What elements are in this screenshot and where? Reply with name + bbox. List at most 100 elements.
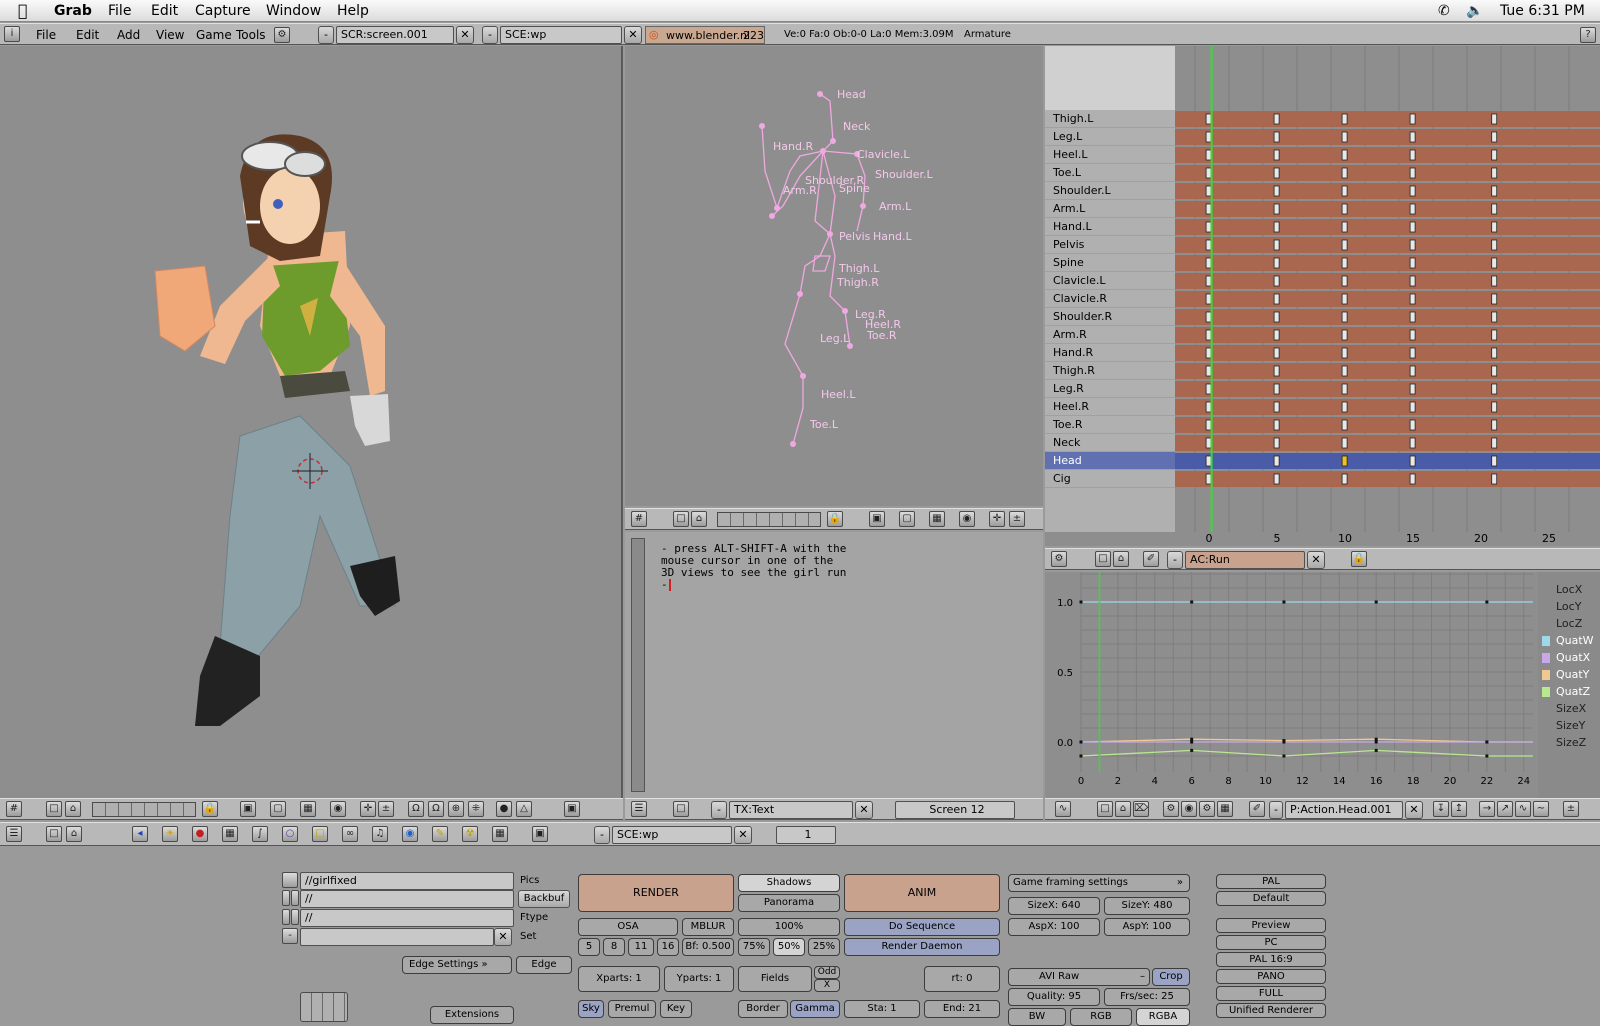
rgba-toggle[interactable]: RGBA	[1136, 1008, 1190, 1026]
keyframe-marker[interactable]	[1491, 401, 1498, 413]
keyframe-marker[interactable]	[1491, 419, 1498, 431]
edge-button[interactable]: Edge	[516, 956, 572, 974]
local-view-icon[interactable]: ▦	[929, 511, 945, 527]
keyframe-marker[interactable]	[1273, 131, 1280, 143]
bw-toggle[interactable]: BW	[1008, 1008, 1066, 1026]
sound-buttons-icon[interactable]: ♫	[372, 826, 388, 842]
full-window-icon[interactable]: □	[46, 801, 62, 817]
yparts-field[interactable]: Yparts: 1	[664, 966, 734, 992]
ipo-channel-quatz[interactable]: QuatZ	[1538, 684, 1600, 700]
pin-icon[interactable]: ✐	[1249, 801, 1265, 817]
ipo-menu-button[interactable]: -	[1269, 801, 1283, 819]
keyframe-marker[interactable]	[1273, 239, 1280, 251]
unified-renderer-toggle[interactable]: Unified Renderer	[1216, 1003, 1326, 1018]
channel-strip[interactable]	[1175, 237, 1600, 253]
channel-strip[interactable]	[1175, 327, 1600, 343]
texture-buttons-icon[interactable]: ▦	[222, 826, 238, 842]
ipo-keyframe-point[interactable]	[1282, 754, 1286, 758]
view-mode-icon[interactable]: ▣	[869, 511, 885, 527]
window-type-icon[interactable]: i	[4, 26, 20, 42]
ipo-keyframe-point[interactable]	[1079, 740, 1083, 744]
keyframe-marker[interactable]	[1409, 419, 1416, 431]
keyframe-marker[interactable]	[1491, 473, 1498, 485]
solid-icon[interactable]: ●	[496, 801, 512, 817]
keyframe-marker[interactable]	[1273, 437, 1280, 449]
volume-icon[interactable]: 🔈	[1466, 3, 1483, 19]
keyframe-marker[interactable]	[1205, 383, 1212, 395]
action-delete-button[interactable]: ✕	[1307, 551, 1325, 569]
gamma-toggle[interactable]: Gamma	[790, 1000, 840, 1018]
anim-button[interactable]: ANIM	[844, 874, 1000, 912]
channel-neck[interactable]: Neck	[1045, 434, 1175, 452]
channel-strip[interactable]	[1175, 183, 1600, 199]
ipo-keyframe-point[interactable]	[1485, 754, 1489, 758]
keyframe-marker[interactable]	[1491, 347, 1498, 359]
keyframe-marker[interactable]	[1205, 329, 1212, 341]
keyframe-marker[interactable]	[1205, 347, 1212, 359]
script-buttons-icon[interactable]: ✎	[432, 826, 448, 842]
ipo-curve[interactable]	[1080, 749, 1533, 757]
ipo-keyframe-point[interactable]	[1374, 737, 1378, 741]
keyframe-marker[interactable]	[1341, 329, 1348, 341]
ipo-keyframe-point[interactable]	[1374, 748, 1378, 752]
help-icon[interactable]: ?	[1580, 27, 1596, 43]
phone-icon[interactable]: ✆	[1438, 3, 1450, 19]
premul-toggle[interactable]: Premul	[608, 1000, 656, 1018]
keyframe-marker[interactable]	[1409, 329, 1416, 341]
channel-strip[interactable]	[1175, 201, 1600, 217]
keyframe-marker[interactable]	[1409, 131, 1416, 143]
object-ipo-icon[interactable]: ⚙	[1163, 801, 1179, 817]
keyframe-marker[interactable]	[1341, 203, 1348, 215]
zoom-icon[interactable]: ±	[378, 801, 394, 817]
preset-pano[interactable]: PANO	[1216, 969, 1326, 984]
keyframe-marker[interactable]	[1341, 419, 1348, 431]
ipo-name-field[interactable]: P:Action.Head.001	[1285, 801, 1403, 819]
scene-menu-button[interactable]: -	[594, 826, 610, 844]
ipo-keyframe-point[interactable]	[1374, 740, 1378, 744]
text-delete-button[interactable]: ✕	[855, 801, 873, 819]
keyframe-marker[interactable]	[1409, 437, 1416, 449]
keyframe-marker[interactable]	[1273, 203, 1280, 215]
keyframe-marker[interactable]	[1409, 347, 1416, 359]
keyframe-marker[interactable]	[1273, 149, 1280, 161]
edge-settings-button[interactable]: Edge Settings »	[402, 956, 512, 974]
action-name-field[interactable]: AC:Run	[1185, 551, 1305, 569]
keyframe-marker[interactable]	[1491, 293, 1498, 305]
mblur-toggle[interactable]: MBLUR	[682, 918, 734, 936]
scene-delete-button[interactable]: ✕	[734, 826, 752, 844]
buttons-window-icon[interactable]: ☰	[6, 826, 22, 842]
ipo-channel-sizey[interactable]: SizeY	[1538, 718, 1600, 734]
menu-window[interactable]: Window	[266, 3, 321, 19]
sizex-field[interactable]: SizeX: 640	[1008, 897, 1100, 915]
keyframe-marker[interactable]	[1491, 149, 1498, 161]
keyframe-marker[interactable]	[1491, 455, 1498, 467]
scene-menu-button[interactable]: -	[482, 26, 498, 44]
channel-toe-r[interactable]: Toe.R	[1045, 416, 1175, 434]
keyframe-marker[interactable]	[1491, 239, 1498, 251]
keyframe-marker[interactable]	[1409, 293, 1416, 305]
channel-arm-l[interactable]: Arm.L	[1045, 200, 1175, 218]
channel-strip[interactable]	[1175, 219, 1600, 235]
keyframe-marker[interactable]	[1205, 185, 1212, 197]
key-toggle[interactable]: Key	[660, 1000, 692, 1018]
menu-game[interactable]: Game	[196, 28, 232, 42]
osa-16-button[interactable]: 16	[657, 938, 679, 956]
percent-50-button[interactable]: 50%	[773, 938, 805, 956]
channel-clavicle-r[interactable]: Clavicle.R	[1045, 290, 1175, 308]
ipo-channel-quatw[interactable]: QuatW	[1538, 633, 1600, 649]
keyframe-marker[interactable]	[1205, 365, 1212, 377]
keyframe-marker[interactable]	[1273, 113, 1280, 125]
extrapolate-icon[interactable]: →	[1479, 801, 1495, 817]
curve-icon[interactable]: ∿	[1515, 801, 1531, 817]
sta-field[interactable]: Sta: 1	[844, 1000, 920, 1018]
menu-capture[interactable]: Capture	[195, 3, 251, 19]
ipo-editor[interactable]: 1.0 0.5 0.0 0 2 4 6 8 10 12 14 16 18 20 22 24 LocX LocY L…	[1045, 572, 1600, 798]
full-window-icon[interactable]: □	[673, 801, 689, 817]
keyframe-marker[interactable]	[1491, 257, 1498, 269]
fps-field[interactable]: Frs/sec: 25	[1104, 988, 1190, 1006]
keyframe-marker[interactable]	[1409, 473, 1416, 485]
channel-leg-r[interactable]: Leg.R	[1045, 380, 1175, 398]
zoom-icon[interactable]: ±	[1009, 511, 1025, 527]
menu-file[interactable]: File	[36, 28, 56, 42]
channel-shoulder-r[interactable]: Shoulder.R	[1045, 308, 1175, 326]
